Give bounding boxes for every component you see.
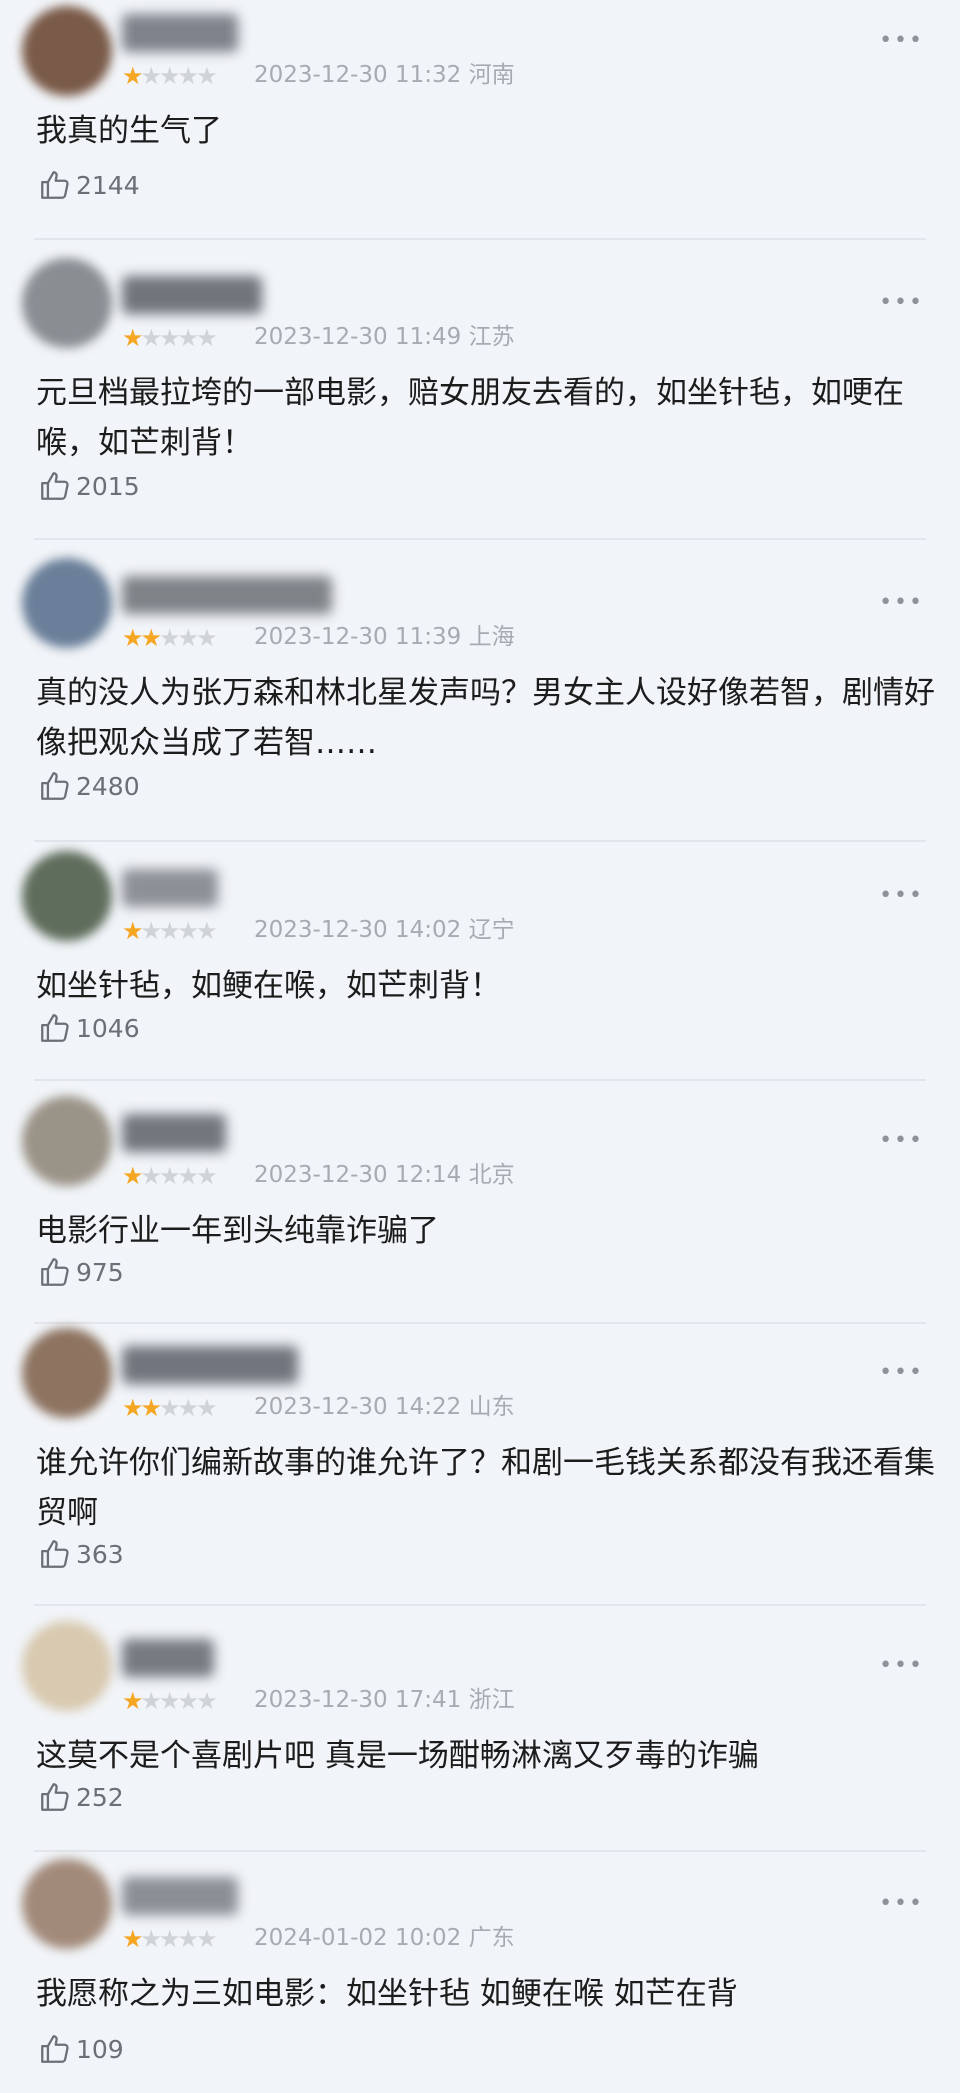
comment-text: 如坐针毡，如鲠在喉，如芒刺背！ [36, 968, 501, 1004]
username-blurred[interactable] [122, 14, 238, 52]
comment-meta: 2023-12-30 11:32 河南 [254, 64, 515, 87]
comment-text: 我真的生气了 [36, 113, 222, 149]
like-button[interactable]: 2144 [38, 168, 140, 202]
rating-stars: ★★★★★ [122, 1687, 218, 1715]
comment-time: 2023-12-30 11:32 [254, 62, 462, 88]
more-dots-icon[interactable]: ••• [879, 592, 924, 614]
rating-stars: ★★★★★ [122, 324, 218, 352]
like-button[interactable]: 252 [38, 1780, 124, 1814]
more-dots-icon[interactable]: ••• [879, 1893, 924, 1915]
comment-time: 2023-12-30 14:22 [254, 1394, 462, 1420]
rating-stars: ★★★★★ [122, 1925, 218, 1953]
comment-meta: 2023-12-30 11:39 上海 [254, 626, 515, 649]
rating-stars: ★★★★★ [122, 1162, 218, 1190]
thumbs-up-icon [41, 1783, 69, 1811]
avatar[interactable] [22, 1621, 112, 1711]
comment-time: 2023-12-30 17:41 [254, 1687, 462, 1713]
username-blurred[interactable] [122, 1639, 214, 1677]
comment-meta: 2023-12-30 14:22 山东 [254, 1396, 515, 1419]
avatar[interactable] [22, 258, 112, 348]
avatar[interactable] [22, 1328, 112, 1418]
like-count: 109 [76, 2034, 124, 2064]
comment-location: 辽宁 [468, 917, 515, 943]
avatar[interactable] [22, 851, 112, 941]
thumbs-up-icon [41, 171, 69, 199]
username-blurred[interactable] [122, 1877, 238, 1915]
comment-time: 2023-12-30 11:39 [254, 624, 462, 650]
rating-stars: ★★★★★ [122, 624, 218, 652]
username-blurred[interactable] [122, 1346, 298, 1384]
comment-location: 浙江 [468, 1687, 515, 1713]
thumbs-up-icon [41, 1540, 69, 1568]
comment-time: 2024-01-02 10:02 [254, 1925, 462, 1951]
divider [34, 840, 926, 842]
comment-text: 谁允许你们编新故事的谁允许了？和剧一毛钱关系都没有我还看集贸啊 [36, 1445, 935, 1531]
comment-meta: 2023-12-30 14:02 辽宁 [254, 919, 515, 942]
comment-location: 北京 [468, 1162, 515, 1188]
avatar[interactable] [22, 1096, 112, 1186]
thumbs-up-icon [41, 1258, 69, 1286]
comment-feed: ★★★★★ 2023-12-30 11:32 河南 ••• 我真的生气了 214… [0, 0, 960, 2093]
divider [34, 1079, 926, 1081]
username-blurred[interactable] [122, 869, 218, 907]
comment-text: 真的没人为张万森和林北星发声吗？男女主人设好像若智，剧情好像把观众当成了若智…… [36, 675, 935, 761]
more-dots-icon[interactable]: ••• [879, 1362, 924, 1384]
thumbs-up-icon [41, 2035, 69, 2063]
comment-meta: 2023-12-30 17:41 浙江 [254, 1689, 515, 1712]
like-button[interactable]: 2480 [38, 769, 140, 803]
comment-text: 我愿称之为三如电影：如坐针毡 如鲠在喉 如芒在背 [36, 1976, 738, 2012]
divider [34, 238, 926, 240]
divider [34, 1604, 926, 1606]
divider [34, 538, 926, 540]
rating-stars: ★★★★★ [122, 917, 218, 945]
like-button[interactable]: 109 [38, 2032, 124, 2066]
username-blurred[interactable] [122, 576, 332, 614]
avatar[interactable] [22, 1859, 112, 1949]
comment-text: 这莫不是个喜剧片吧 真是一场酣畅淋漓又歹毒的诈骗 [36, 1738, 759, 1774]
more-dots-icon[interactable]: ••• [879, 292, 924, 314]
thumbs-up-icon [41, 772, 69, 800]
comment-time: 2023-12-30 14:02 [254, 917, 462, 943]
username-blurred[interactable] [122, 276, 262, 314]
comment-text: 电影行业一年到头纯靠诈骗了 [36, 1213, 439, 1249]
like-count: 252 [76, 1782, 124, 1812]
comment-location: 上海 [468, 624, 515, 650]
like-count: 975 [76, 1257, 124, 1287]
more-dots-icon[interactable]: ••• [879, 885, 924, 907]
comment-meta: 2024-01-02 10:02 广东 [254, 1927, 515, 1950]
comment-location: 山东 [468, 1394, 515, 1420]
like-button[interactable]: 2015 [38, 469, 140, 503]
comment-meta: 2023-12-30 11:49 江苏 [254, 326, 515, 349]
rating-stars: ★★★★★ [122, 1394, 218, 1422]
more-dots-icon[interactable]: ••• [879, 1655, 924, 1677]
username-blurred[interactable] [122, 1114, 226, 1152]
avatar[interactable] [22, 558, 112, 648]
comment-location: 河南 [468, 62, 515, 88]
comment-text: 元旦档最拉垮的一部电影，赔女朋友去看的，如坐针毡，如哽在喉，如芒刺背！ [36, 375, 904, 461]
like-button[interactable]: 1046 [38, 1011, 140, 1045]
like-count: 2015 [76, 471, 140, 501]
like-button[interactable]: 975 [38, 1255, 124, 1289]
avatar[interactable] [22, 6, 112, 96]
more-dots-icon[interactable]: ••• [879, 30, 924, 52]
comment-location: 江苏 [468, 324, 515, 350]
divider [34, 1322, 926, 1324]
thumbs-up-icon [41, 1014, 69, 1042]
comment-meta: 2023-12-30 12:14 北京 [254, 1164, 515, 1187]
like-count: 2480 [76, 771, 140, 801]
comment-location: 广东 [468, 1925, 515, 1951]
more-dots-icon[interactable]: ••• [879, 1130, 924, 1152]
like-count: 363 [76, 1539, 124, 1569]
comment-time: 2023-12-30 11:49 [254, 324, 462, 350]
comment-time: 2023-12-30 12:14 [254, 1162, 462, 1188]
like-button[interactable]: 363 [38, 1537, 124, 1571]
like-count: 2144 [76, 170, 140, 200]
rating-stars: ★★★★★ [122, 62, 218, 90]
thumbs-up-icon [41, 472, 69, 500]
like-count: 1046 [76, 1013, 140, 1043]
divider [34, 1850, 926, 1852]
